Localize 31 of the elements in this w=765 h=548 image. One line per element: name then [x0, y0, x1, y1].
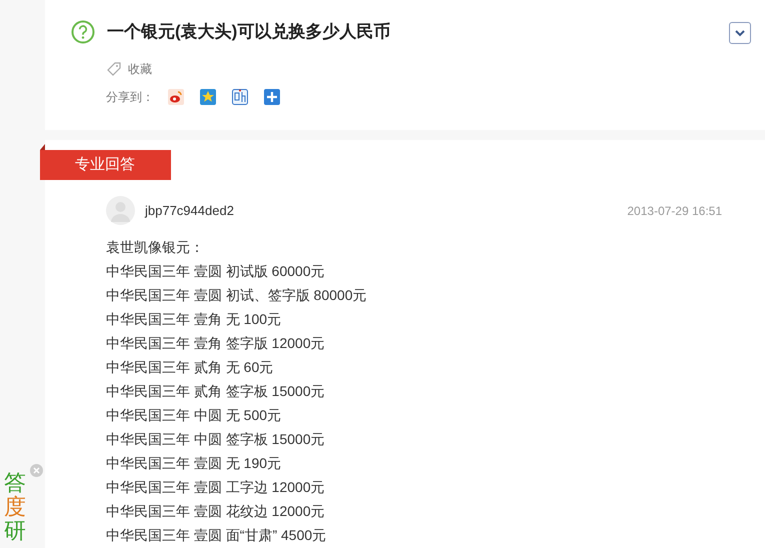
question-title: 一个银元(袁大头)可以兑换多少人民币 — [107, 21, 390, 43]
answer-line: 中华民国三年 贰角 无 60元 — [106, 358, 274, 377]
weibo-icon[interactable] — [168, 88, 184, 104]
question-icon — [71, 20, 95, 44]
answer-line: 中华民国三年 壹角 无 100元 — [106, 310, 282, 329]
answer-line: 中华民国三年 贰角 签字板 15000元 — [106, 382, 326, 401]
answer-line: 中华民国三年 壹角 签字版 12000元 — [106, 334, 326, 353]
answer-tag: 专业回答 — [40, 150, 171, 180]
expand-button[interactable] — [729, 22, 751, 44]
star-icon[interactable] — [200, 88, 216, 104]
ad-text[interactable]: 度 — [0, 495, 26, 519]
answer-line: 中华民国三年 中圆 无 500元 — [106, 406, 282, 425]
share-label: 分享到： — [106, 88, 154, 106]
answer-line: 中华民国三年 壹圆 无 190元 — [106, 454, 282, 473]
answer-line: 中华民国三年 壹圆 工字边 12000元 — [106, 478, 326, 497]
favorite-link[interactable]: 收藏 — [128, 60, 152, 78]
answer-line: 中华民国三年 壹圆 初试、签字版 80000元 — [106, 286, 368, 305]
answer-line: 袁世凯像银元： — [106, 238, 205, 257]
ad-text[interactable]: 研 — [0, 519, 26, 543]
tieba-icon[interactable] — [232, 88, 248, 104]
tag-icon — [106, 60, 122, 76]
plus-icon[interactable] — [264, 88, 280, 104]
username[interactable]: jbp77c944ded2 — [145, 200, 234, 220]
avatar-icon — [106, 196, 135, 225]
chevron-down-icon — [735, 30, 745, 36]
answer-line: 中华民国三年 壹圆 花纹边 12000元 — [106, 502, 326, 521]
answer-line: 中华民国三年 壹圆 面“甘肃” 4500元 — [106, 526, 328, 545]
ad-text[interactable]: 答 — [0, 471, 26, 495]
answer-line: 中华民国三年 壹圆 初试版 60000元 — [106, 262, 326, 281]
answer-time: 2013-07-29 16:51 — [627, 202, 722, 220]
answer-line: 中华民国三年 中圆 签字板 15000元 — [106, 430, 326, 449]
